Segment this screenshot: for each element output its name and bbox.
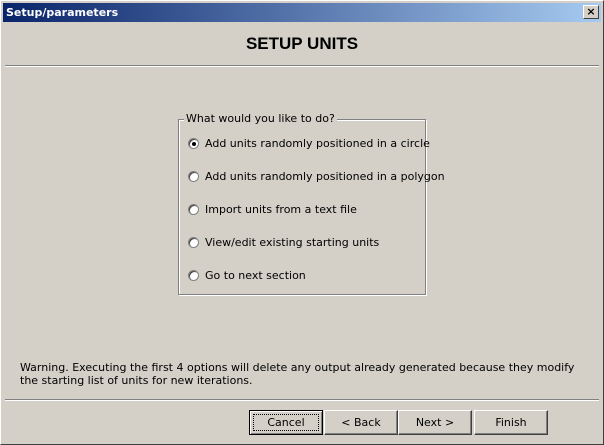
- option-label: Go to next section: [205, 268, 306, 282]
- back-button[interactable]: < Back: [324, 410, 398, 435]
- next-button-label: Next >: [415, 416, 455, 429]
- page-title: SETUP UNITS: [245, 34, 359, 53]
- radio-button[interactable]: [188, 137, 199, 149]
- option-label: Add units randomly positioned in a polyg…: [205, 169, 445, 183]
- warning-text: Warning. Executing the first 4 options w…: [20, 361, 575, 387]
- footer-divider: [5, 399, 599, 401]
- close-icon[interactable]: ×: [583, 5, 599, 19]
- option-polygon[interactable]: Add units randomly positioned in a polyg…: [188, 168, 445, 184]
- focus-ring: [253, 414, 319, 431]
- option-import-text[interactable]: Import units from a text file: [188, 201, 357, 217]
- finish-button-label: Finish: [495, 416, 527, 429]
- radio-button[interactable]: [188, 203, 199, 215]
- radio-button[interactable]: [188, 236, 199, 248]
- groupbox-legend: What would you like to do?: [184, 112, 337, 125]
- back-button-label: < Back: [341, 416, 381, 429]
- option-label: Import units from a text file: [205, 202, 357, 216]
- setup-dialog: Setup/parameters × SETUP UNITS What woul…: [0, 0, 604, 445]
- window-title: Setup/parameters: [6, 6, 119, 19]
- finish-button[interactable]: Finish: [474, 410, 548, 435]
- option-label: Add units randomly positioned in a circl…: [205, 136, 430, 150]
- option-label: View/edit existing starting units: [205, 235, 380, 249]
- radio-button[interactable]: [188, 170, 199, 182]
- header-panel: SETUP UNITS: [5, 24, 599, 66]
- title-bar[interactable]: Setup/parameters ×: [3, 3, 601, 22]
- next-button[interactable]: Next >: [398, 410, 472, 435]
- option-view-edit[interactable]: View/edit existing starting units: [188, 234, 379, 250]
- option-circle[interactable]: Add units randomly positioned in a circl…: [188, 135, 430, 151]
- cancel-button[interactable]: Cancel: [249, 410, 323, 435]
- option-next-section[interactable]: Go to next section: [188, 267, 306, 283]
- radio-button[interactable]: [188, 269, 199, 281]
- options-groupbox: What would you like to do? Add units ran…: [178, 112, 445, 295]
